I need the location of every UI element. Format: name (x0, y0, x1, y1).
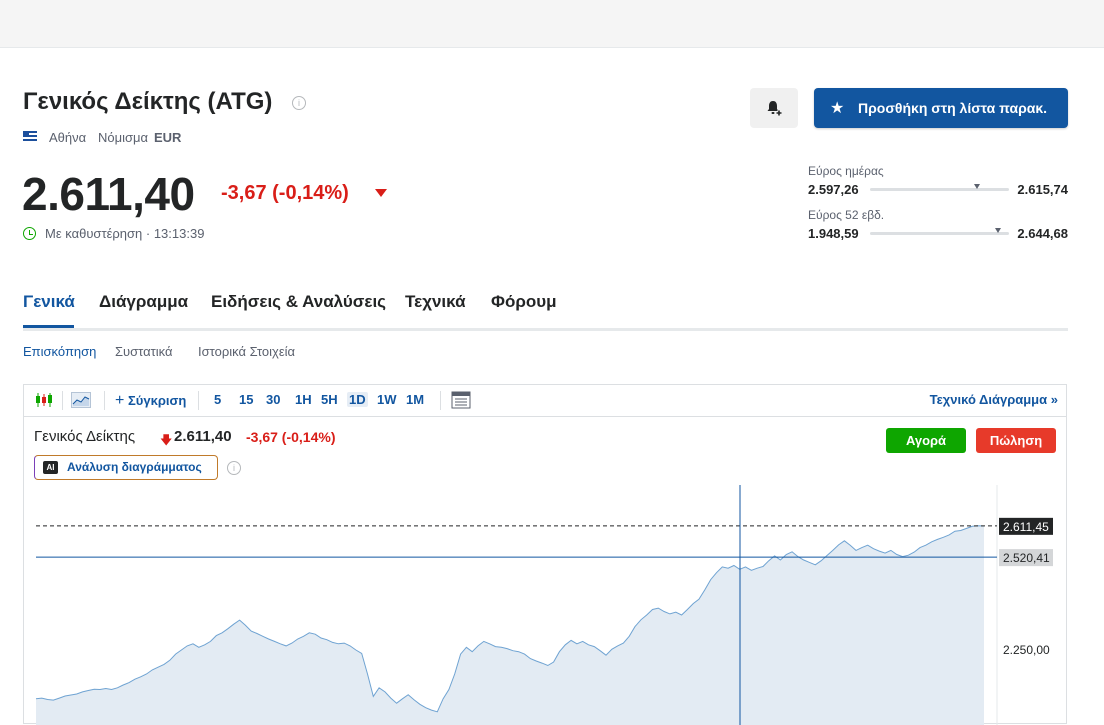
week52-range-low: 1.948,59 (808, 226, 859, 241)
day-range-marker (974, 184, 981, 189)
star-icon: ★ (830, 100, 845, 117)
week52-range-bar (870, 228, 1009, 235)
add-to-watchlist-button[interactable]: ★ Προσθήκη στη λίστα παρακ. (814, 88, 1068, 128)
chart-toolbar: + Σύγκριση 5 15 30 1H 5H 1D 1W 1M Τεχνικ… (24, 385, 1066, 417)
bell-plus-icon (767, 101, 782, 116)
add-to-watchlist-label: Προσθήκη στη λίστα παρακ. (858, 100, 1048, 116)
technical-chart-link[interactable]: Τεχνικό Διάγραμμα » (930, 392, 1058, 407)
interval-1w[interactable]: 1W (377, 392, 397, 407)
chart-widget: + Σύγκριση 5 15 30 1H 5H 1D 1W 1M Τεχνικ… (23, 384, 1067, 725)
week52-range-marker (994, 228, 1001, 233)
day-range-label: Εύρος ημέρας (808, 164, 884, 178)
price-chart[interactable]: 2.611,45 2.520,41 2.250,00 (24, 485, 1066, 725)
chart-legend-price: 2.611,40 (174, 428, 232, 445)
ai-chart-analysis-button[interactable]: AI Ανάλυση διαγράμματος (34, 455, 218, 480)
subtab-overview[interactable]: Επισκόπηση (23, 344, 96, 359)
down-arrow-icon (375, 189, 387, 197)
price-change: -3,67 (-0,14%) (221, 182, 349, 204)
plus-icon: + (115, 392, 125, 409)
double-chevron-right-icon: » (1050, 392, 1058, 407)
chart-legend-change: -3,67 (-0,14%) (246, 429, 336, 445)
y-tick-label: 2.250,00 (1003, 643, 1050, 657)
clock-icon (23, 227, 36, 240)
interval-15[interactable]: 15 (239, 392, 253, 407)
info-icon[interactable]: i (292, 96, 306, 110)
subtab-components[interactable]: Συστατικά (115, 344, 173, 359)
tab-forum[interactable]: Φόρουμ (491, 292, 557, 312)
compare-label: Σύγκριση (127, 393, 187, 408)
last-price-label: 2.611,45 (1003, 520, 1049, 534)
interval-1h[interactable]: 1H (295, 392, 312, 407)
interval-1m[interactable]: 1M (406, 392, 424, 407)
crosshair-label: 2.520,41 (1003, 551, 1050, 565)
subtab-historical-data[interactable]: Ιστορικά Στοιχεία (198, 344, 295, 359)
toolbar-separator (62, 391, 63, 410)
currency-label: Νόμισμα (98, 130, 149, 145)
interval-5[interactable]: 5 (214, 392, 221, 407)
info-icon[interactable]: i (227, 461, 241, 475)
last-price: 2.611,40 (22, 168, 195, 220)
candlestick-icon[interactable] (34, 392, 54, 408)
active-tab-underline (23, 325, 74, 328)
tab-general[interactable]: Γενικά (23, 292, 75, 312)
interval-1d[interactable]: 1D (347, 392, 368, 407)
week52-range-label: Εύρος 52 εβδ. (808, 208, 885, 222)
toolbar-separator (198, 391, 199, 410)
toolbar-separator (440, 391, 441, 410)
interval-5h[interactable]: 5H (321, 392, 338, 407)
area-chart-icon[interactable] (71, 392, 91, 408)
tab-technical[interactable]: Τεχνικά (405, 292, 466, 312)
ai-chart-analysis-label: Ανάλυση διαγράμματος (67, 460, 202, 474)
tab-chart[interactable]: Διάγραμμα (99, 292, 188, 312)
top-nav-bar (0, 0, 1104, 48)
sell-button[interactable]: Πώληση (976, 428, 1056, 453)
ai-icon: AI (43, 461, 58, 474)
alert-button[interactable] (750, 88, 798, 128)
exchange-name: Αθήνα (49, 130, 87, 145)
tab-news-analysis[interactable]: Ειδήσεις & Αναλύσεις (211, 292, 386, 312)
day-range-bar (870, 184, 1009, 191)
main-tabs: Γενικά Διάγραμμα Ειδήσεις & Αναλύσεις Τε… (23, 292, 1068, 331)
toolbar-separator (104, 391, 105, 410)
chart-legend-name: Γενικός Δείκτης (34, 428, 136, 445)
day-range-high: 2.615,74 (1017, 182, 1068, 197)
buy-button[interactable]: Αγορά (886, 428, 966, 453)
price-area (36, 525, 984, 725)
day-range-low: 2.597,26 (808, 182, 859, 197)
greek-flag-icon (23, 131, 37, 142)
compare-button[interactable]: + Σύγκριση (115, 392, 186, 410)
table-view-icon[interactable] (451, 391, 471, 409)
delay-status: Με καθυστέρηση · 13:13:39 (45, 226, 205, 241)
interval-30[interactable]: 30 (266, 392, 280, 407)
down-arrow-icon: 🡇 (160, 433, 173, 447)
technical-chart-label: Τεχνικό Διάγραμμα (929, 392, 1048, 407)
week52-range-high: 2.644,68 (1017, 226, 1068, 241)
page-title: Γενικός Δείκτης (ATG) (23, 88, 273, 115)
currency-value: EUR (154, 130, 182, 145)
